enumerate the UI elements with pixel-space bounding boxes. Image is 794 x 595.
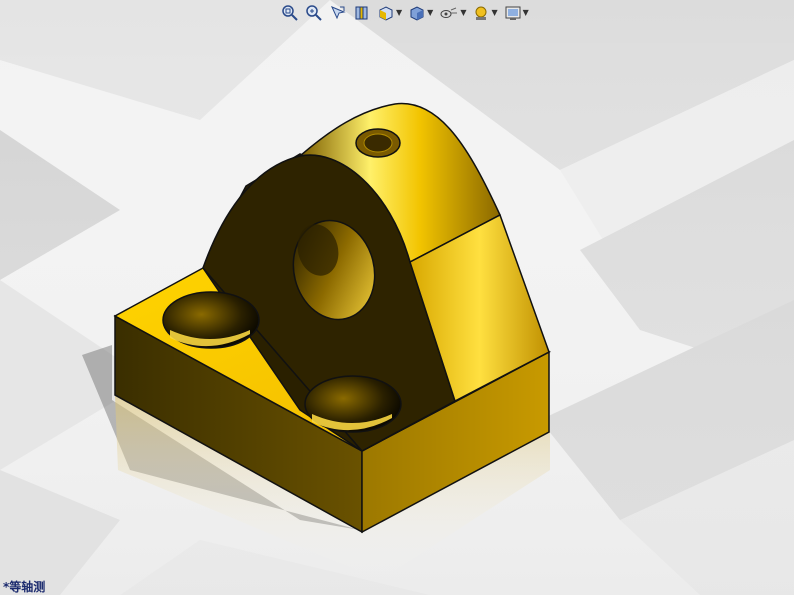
heads-up-view-toolbar: ▼ ▼ ▼ ▼ ▼ — [279, 2, 531, 24]
view-orientation-icon[interactable]: ▼ — [375, 3, 404, 23]
section-view-icon[interactable] — [351, 3, 373, 23]
zoom-to-area-icon[interactable] — [303, 3, 325, 23]
hide-show-items-icon[interactable]: ▼ — [437, 3, 468, 23]
display-style-icon[interactable]: ▼ — [406, 3, 435, 23]
edit-appearance-icon[interactable]: ▼ — [470, 3, 499, 23]
apply-scene-icon[interactable]: ▼ — [502, 3, 531, 23]
zoom-to-fit-icon[interactable] — [279, 3, 301, 23]
previous-view-icon[interactable] — [327, 3, 349, 23]
view-orientation-label: *等轴测 — [3, 580, 46, 594]
graphics-viewport[interactable] — [0, 0, 794, 595]
